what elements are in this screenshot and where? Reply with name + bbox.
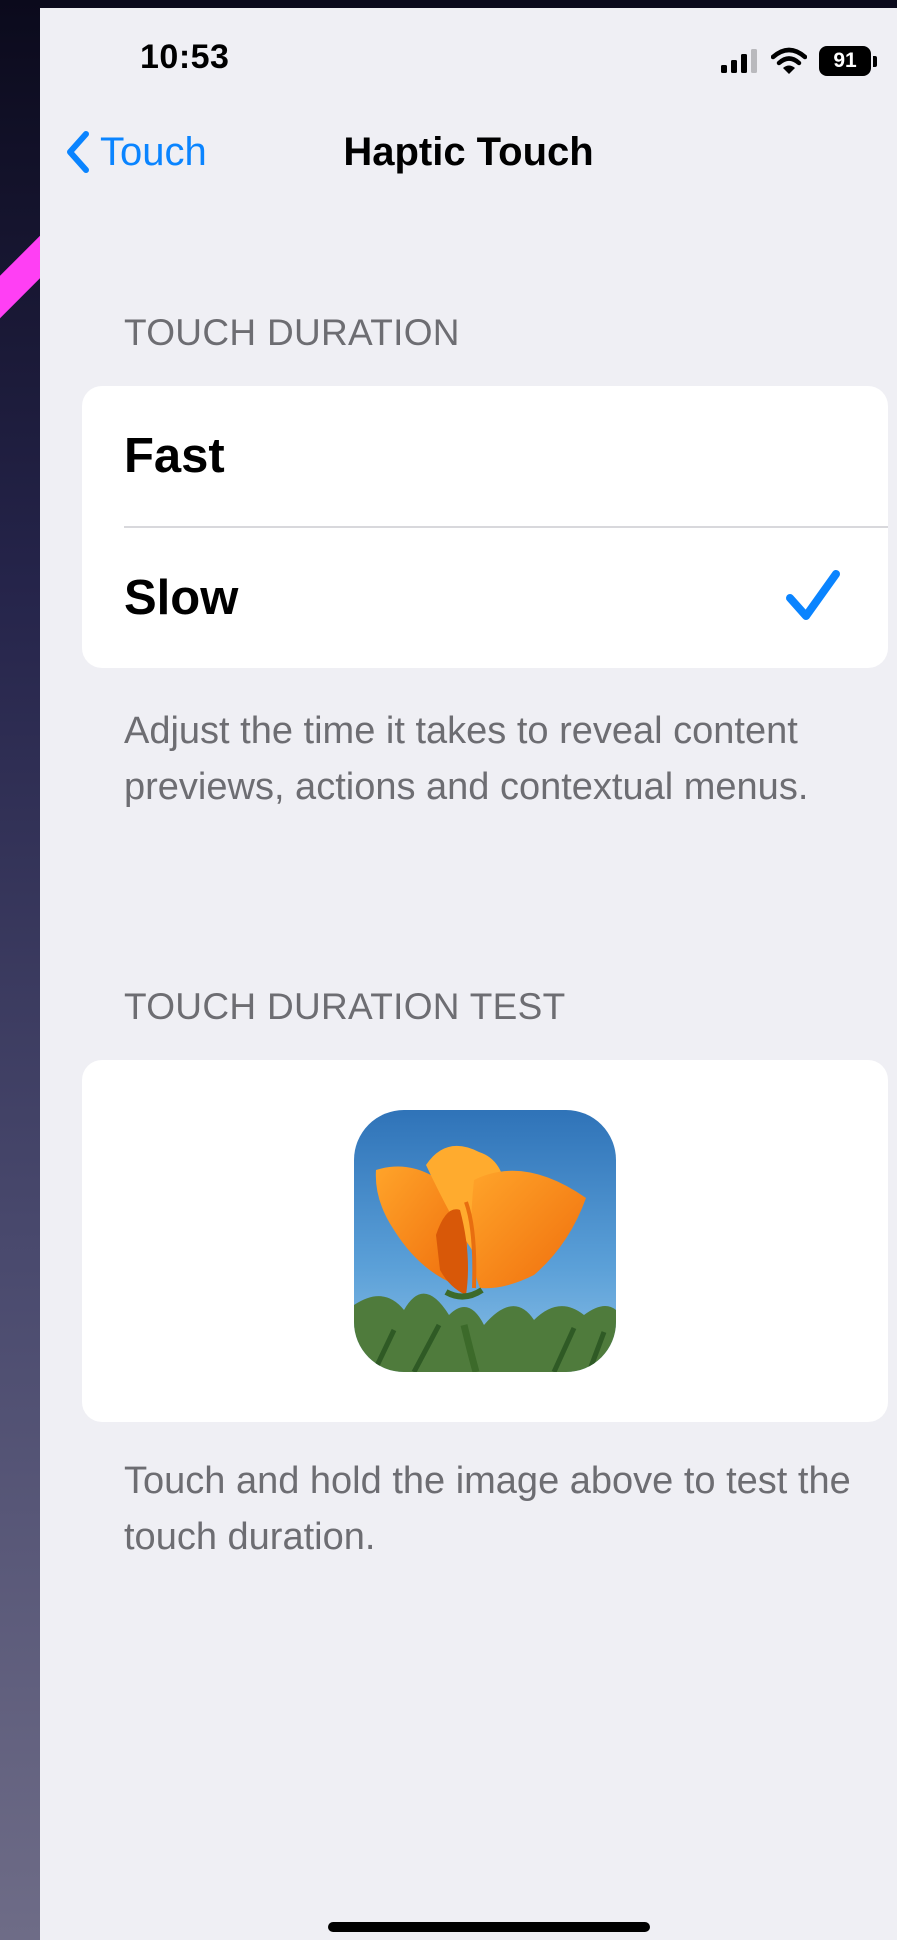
home-indicator[interactable] xyxy=(328,1922,650,1932)
status-time: 10:53 xyxy=(140,38,230,76)
touch-duration-footer: Adjust the time it takes to reveal conte… xyxy=(124,710,809,808)
touch-duration-test-footer: Touch and hold the image above to test t… xyxy=(124,1460,851,1558)
status-icons: 91 xyxy=(721,46,877,76)
touch-duration-test-card xyxy=(82,1060,888,1422)
phone-screen: 10:53 91 Touch Haptic Touch TOUCH DURATI… xyxy=(40,8,897,1940)
battery-level: 91 xyxy=(819,46,871,76)
signal-icon xyxy=(721,49,757,73)
status-bar: 10:53 91 xyxy=(40,8,897,118)
poppy-test-image[interactable] xyxy=(354,1110,616,1372)
touch-duration-options: Fast Slow xyxy=(82,386,888,668)
option-slow[interactable]: Slow xyxy=(82,528,888,668)
touch-duration-header: TOUCH DURATION xyxy=(124,312,460,353)
option-slow-label: Slow xyxy=(124,571,239,625)
battery-tip xyxy=(873,55,877,67)
wifi-icon xyxy=(771,47,807,74)
page-title: Haptic Touch xyxy=(343,130,594,174)
navigation-bar: Touch Haptic Touch xyxy=(40,118,897,198)
poppy-flower-image xyxy=(354,1110,616,1372)
checkmark-icon xyxy=(786,570,840,620)
touch-duration-test-header: TOUCH DURATION TEST xyxy=(124,986,566,1027)
option-fast-label: Fast xyxy=(124,429,225,483)
option-fast[interactable]: Fast xyxy=(82,386,888,526)
battery-icon: 91 xyxy=(819,46,877,76)
